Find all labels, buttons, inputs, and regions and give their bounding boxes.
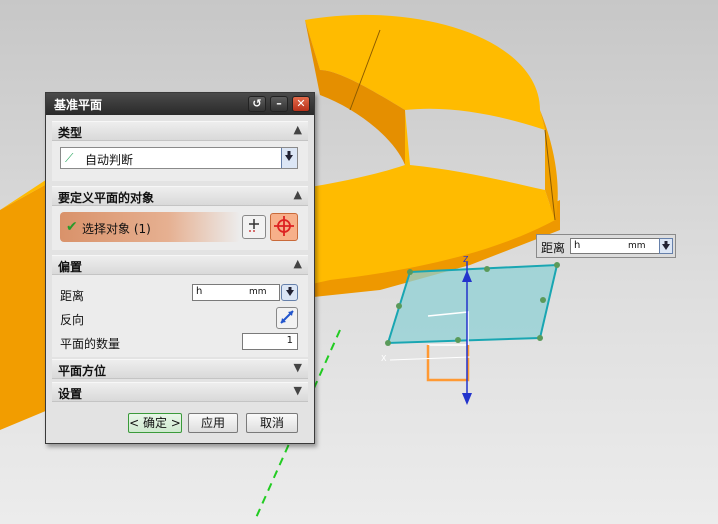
floating-distance-box: 距离 h mm xyxy=(536,234,676,258)
auto-infer-icon: ⟋ xyxy=(65,151,74,165)
dialog-title: 基准平面 xyxy=(54,98,103,112)
ok-button[interactable]: < 确定 > xyxy=(128,413,182,433)
collapse-icon[interactable]: ▲ xyxy=(294,257,302,270)
dropdown-icon[interactable] xyxy=(281,148,297,168)
reset-icon[interactable]: ↺ xyxy=(248,96,266,112)
plane-handle xyxy=(484,266,490,272)
check-icon: ✔ xyxy=(66,219,78,235)
plane-count-input[interactable]: 1 xyxy=(242,333,298,350)
floating-distance-unit: mm xyxy=(628,241,646,251)
apply-button[interactable]: 应用 xyxy=(188,413,238,433)
csys-orange xyxy=(426,345,470,382)
distance-value: h xyxy=(196,286,203,297)
type-combo[interactable]: ⟋ 自动判断 xyxy=(60,147,298,169)
minimize-icon[interactable]: – xyxy=(270,96,288,112)
section-objects-header[interactable]: 要定义平面的对象 ▲ xyxy=(52,186,308,206)
crosshair-icon[interactable] xyxy=(270,213,298,241)
distance-label: 距离 xyxy=(60,289,85,303)
x-axis-line xyxy=(389,356,471,361)
plane-handle xyxy=(537,335,543,341)
plane-handle xyxy=(407,269,413,275)
reverse-label: 反向 xyxy=(60,313,85,327)
add-object-icon[interactable] xyxy=(242,215,266,239)
plane-handle xyxy=(554,262,560,268)
floating-distance-label: 距离 xyxy=(541,241,566,255)
dropdown-icon[interactable] xyxy=(281,284,298,301)
reverse-icon[interactable] xyxy=(276,307,298,329)
floating-distance-input[interactable]: h mm xyxy=(570,238,660,254)
select-object-row[interactable]: ✔ 选择对象 (1) xyxy=(60,212,240,242)
z-axis-label: Z xyxy=(463,255,469,264)
section-settings-header[interactable]: 设置 ▼ xyxy=(52,382,308,402)
z-arrow-bottom xyxy=(462,393,472,405)
plane-handle xyxy=(540,297,546,303)
floating-distance-value: h xyxy=(574,240,581,251)
datum-plane xyxy=(386,263,559,345)
distance-input[interactable]: h mm xyxy=(192,284,280,301)
section-orientation-header[interactable]: 平面方位 ▼ xyxy=(52,359,308,379)
collapse-icon[interactable]: ▲ xyxy=(294,123,302,136)
close-icon[interactable]: ✕ xyxy=(292,96,310,112)
section-objects-body: ✔ 选择对象 (1) xyxy=(52,206,308,250)
section-objects-title: 要定义平面的对象 xyxy=(58,191,155,205)
expand-icon[interactable]: ▼ xyxy=(294,384,302,397)
plane-handle xyxy=(455,337,461,343)
dropdown-icon[interactable] xyxy=(659,238,673,254)
plane-handle xyxy=(396,303,402,309)
plane-count-label: 平面的数量 xyxy=(60,337,121,351)
collapse-icon[interactable]: ▲ xyxy=(294,188,302,201)
section-orientation-title: 平面方位 xyxy=(58,364,107,378)
plane-count-value: 1 xyxy=(286,335,293,346)
plane-handle xyxy=(385,340,391,346)
x-axis-label: X xyxy=(381,354,387,363)
distance-unit: mm xyxy=(249,287,267,297)
dialog-titlebar[interactable]: 基准平面 ↺ – ✕ xyxy=(46,93,314,115)
section-settings-title: 设置 xyxy=(58,387,83,401)
section-offset-header[interactable]: 偏置 ▲ xyxy=(52,255,308,275)
select-object-label: 选择对象 (1) xyxy=(82,222,151,236)
type-combo-value: 自动判断 xyxy=(85,153,134,167)
section-type-title: 类型 xyxy=(58,126,83,140)
datum-plane-dialog: 基准平面 ↺ – ✕ 类型 ▲ ⟋ 自动判断 要定义平面的对象 ▲ ✔ 选择对象… xyxy=(45,92,315,444)
section-type-header[interactable]: 类型 ▲ xyxy=(52,121,308,141)
cancel-button[interactable]: 取消 xyxy=(246,413,298,433)
section-type-body: ⟋ 自动判断 xyxy=(52,141,308,181)
section-offset-title: 偏置 xyxy=(58,260,83,274)
expand-icon[interactable]: ▼ xyxy=(294,361,302,374)
section-offset-body: 距离 h mm 反向 平面的数量 1 xyxy=(52,275,308,357)
